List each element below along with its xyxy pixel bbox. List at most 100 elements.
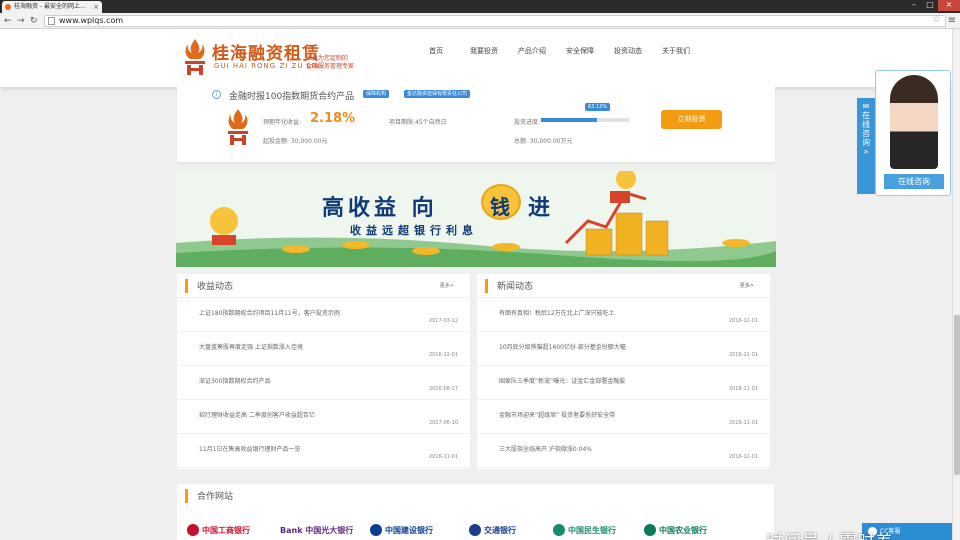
page-scrollbar[interactable]	[952, 29, 960, 540]
item-title[interactable]: 金融市场迎来“超级周” 投资者要系好安全带	[499, 410, 615, 419]
tab-close-icon[interactable]: ×	[93, 1, 99, 13]
item-title[interactable]: 有图有真相！税后12万在北上广深只能吃土	[499, 308, 615, 317]
news-list: 有图有真相！税后12万在北上广深只能吃土 2016-11-01 10月底分级熊猫超…	[477, 298, 770, 468]
promo-banner[interactable]: 高收益 向 钱 进 收益远超银行利息	[176, 171, 776, 267]
bocom-logo-icon	[469, 524, 481, 536]
minimize-icon[interactable]: –	[906, 0, 922, 11]
bank-logo-cmbc[interactable]: 中国民生银行	[553, 522, 616, 538]
partners-section: 合作网站 中国工商银行 Bank 中国光大银行 中国建设银行 交通银行 中国民生…	[177, 484, 774, 540]
rate-label: 预期年化收益:	[263, 119, 302, 126]
news-header: 新闻动态 更多>	[477, 274, 770, 298]
logo-flame-icon	[185, 39, 205, 75]
maximize-icon[interactable]: □	[922, 0, 938, 11]
nav-products[interactable]: 产品介绍	[508, 46, 556, 56]
window-close-icon[interactable]: ×	[938, 0, 960, 11]
banner-headline-a: 高收益 向	[322, 196, 438, 221]
item-title[interactable]: 招行理财收益走高 二季度创客户收益超百亿	[199, 410, 315, 419]
item-date: 2016-08-17	[428, 386, 458, 392]
bank-name: 交通银行	[484, 525, 516, 535]
item-date: 2016-11-01	[728, 454, 758, 460]
list-item[interactable]: 金融市场迎来“超级周” 投资者要系好安全带 2016-11-01	[477, 400, 770, 434]
consult-tab-text: 在线咨询	[862, 111, 870, 147]
item-date: 2017-06-10	[428, 420, 458, 426]
progress-tooltip: 63.13%	[585, 103, 611, 111]
nav-about[interactable]: 关于我们	[652, 46, 700, 56]
bank-logo-icbc[interactable]: 中国工商银行	[187, 522, 250, 538]
earnings-title: 收益动态	[197, 282, 234, 292]
slogan-line-2: 金融服务管理专家	[306, 63, 355, 70]
list-item[interactable]: 深证300指数期权合约产品 2016-08-17	[177, 366, 470, 400]
item-title[interactable]: 上证180指数期权合约项目11月11号，客户投资示例	[199, 308, 340, 317]
bank-logo-bocom[interactable]: 交通银行	[469, 522, 516, 538]
nav-security[interactable]: 安全保障	[556, 46, 604, 56]
bank-logo-abc[interactable]: 中国农业银行	[644, 522, 707, 538]
main-nav: 首页 我要投资 产品介绍 安全保障 投资动态 关于我们	[412, 46, 700, 56]
slogan-line-1: 贴身为您定制的	[306, 55, 349, 62]
guarantor-badge: 金达融资担保有限责任公司	[404, 90, 471, 98]
scrollbar-thumb[interactable]	[954, 315, 960, 475]
back-icon[interactable]: ←	[4, 15, 12, 27]
chat-icon: ✉	[862, 102, 870, 111]
item-title[interactable]: 11月1日在售高收益银行理财产品一览	[199, 444, 300, 453]
item-title[interactable]: 国家队三季度“新宠”曝光：证金汇金部署金融股	[499, 376, 625, 385]
list-item[interactable]: 招行理财收益走高 二季度创客户收益超百亿 2017-06-10	[177, 400, 470, 434]
list-item[interactable]: 11月1日在售高收益银行理财产品一览 2016-11-01	[177, 434, 470, 468]
news-more-link[interactable]: 更多>	[740, 282, 754, 289]
item-date: 2016-11-01	[728, 386, 758, 392]
bank-logo-ccb[interactable]: 中国建设银行	[370, 522, 433, 538]
list-item[interactable]: 大盘蓝筹股再度走强 上证指数涨入佳境 2016-12-01	[177, 332, 470, 366]
banner-headline-money: 钱	[490, 195, 510, 219]
nav-invest-news[interactable]: 投资动态	[604, 46, 652, 56]
item-title[interactable]: 10月底分级熊猫超1600亿份 部分基金份额大幅	[499, 342, 626, 351]
icbc-logo-icon	[187, 524, 199, 536]
nav-invest[interactable]: 我要投资	[460, 46, 508, 56]
list-item[interactable]: 10月底分级熊猫超1600亿份 部分基金份额大幅 2016-11-01	[477, 332, 770, 366]
tab-title: 桂海融资 - 最安全的网上…	[14, 3, 86, 10]
news-panel: 新闻动态 更多> 有图有真相！税后12万在北上广深只能吃土 2016-11-01 …	[477, 274, 770, 469]
watermark: 时间号 / 零时差	[766, 527, 894, 540]
list-item[interactable]: 上证180指数期权合约项目11月11号，客户投资示例 2017-03-12	[177, 298, 470, 332]
earnings-header: 收益动态 更多>	[177, 274, 470, 298]
online-consult-tab[interactable]: ✉ 在线咨询 »	[857, 98, 875, 194]
url-text: www.wplqs.com	[59, 16, 124, 25]
online-consult-button[interactable]: 在线咨询	[884, 174, 944, 189]
chevron-right-icon: »	[863, 147, 869, 156]
earnings-more-link[interactable]: 更多>	[440, 282, 454, 289]
cmbc-logo-icon	[553, 524, 565, 536]
browser-tab[interactable]: 桂海融资 - 最安全的网上… ×	[2, 1, 102, 13]
item-date: 2016-11-01	[428, 454, 458, 460]
reload-icon[interactable]: ↻	[30, 15, 38, 27]
item-title[interactable]: 三大股指全线高开 沪指微涨0.04%	[499, 444, 592, 453]
page-icon	[48, 17, 55, 25]
bank-name: Bank 中国光大银行	[280, 525, 354, 535]
support-agent-avatar	[890, 75, 938, 169]
product-logo-icon	[228, 109, 248, 145]
total-amount: 总额: 30,000.00万元	[514, 138, 573, 145]
url-input[interactable]: www.wplqs.com ☆	[44, 15, 946, 27]
browser-menu-icon[interactable]: ≡	[948, 15, 956, 26]
product-title[interactable]: 金融时报100指数期货合约产品	[229, 89, 354, 102]
item-title[interactable]: 深证300指数期权合约产品	[199, 376, 270, 385]
item-date: 2017-03-12	[428, 318, 458, 324]
bookmark-star-icon[interactable]: ☆	[932, 15, 941, 25]
banner-headline-b: 进	[528, 196, 551, 221]
nav-home[interactable]: 首页	[412, 46, 460, 56]
list-item[interactable]: 有图有真相！税后12万在北上广深只能吃土 2016-11-01	[477, 298, 770, 332]
item-date: 2016-12-01	[428, 352, 458, 358]
logo-slogan: 贴身为您定制的 金融服务管理专家	[306, 55, 386, 71]
earnings-panel: 收益动态 更多> 上证180指数期权合约项目11月11号，客户投资示例 2017-…	[177, 274, 470, 469]
forward-icon[interactable]: →	[17, 15, 25, 27]
item-title[interactable]: 大盘蓝筹股再度走强 上证指数涨入佳境	[199, 342, 303, 351]
bank-name: 中国工商银行	[202, 525, 250, 535]
term-label: 项目期限:45个自然日	[389, 119, 447, 126]
bank-name: 中国民生银行	[568, 525, 616, 535]
invest-button[interactable]: 立刻投资	[661, 110, 722, 129]
bank-logo-ceb[interactable]: Bank 中国光大银行	[280, 522, 353, 538]
list-item[interactable]: 三大股指全线高开 沪指微涨0.04% 2016-11-01	[477, 434, 770, 468]
logo-pinyin: GUI HAI RONG ZI ZU LIN	[214, 62, 321, 70]
site-logo[interactable]: 桂海融资租赁 GUI HAI RONG ZI ZU LIN 贴身为您定制的 金融…	[182, 35, 382, 81]
product-card: i 金融时报100指数期货合约产品 保障机构 金达融资担保有限责任公司 预期年化…	[177, 87, 775, 162]
list-item[interactable]: 国家队三季度“新宠”曝光：证金汇金部署金融股 2016-11-01	[477, 366, 770, 400]
banner-art	[176, 171, 776, 267]
online-consult-box[interactable]: 在线咨询	[875, 70, 951, 196]
